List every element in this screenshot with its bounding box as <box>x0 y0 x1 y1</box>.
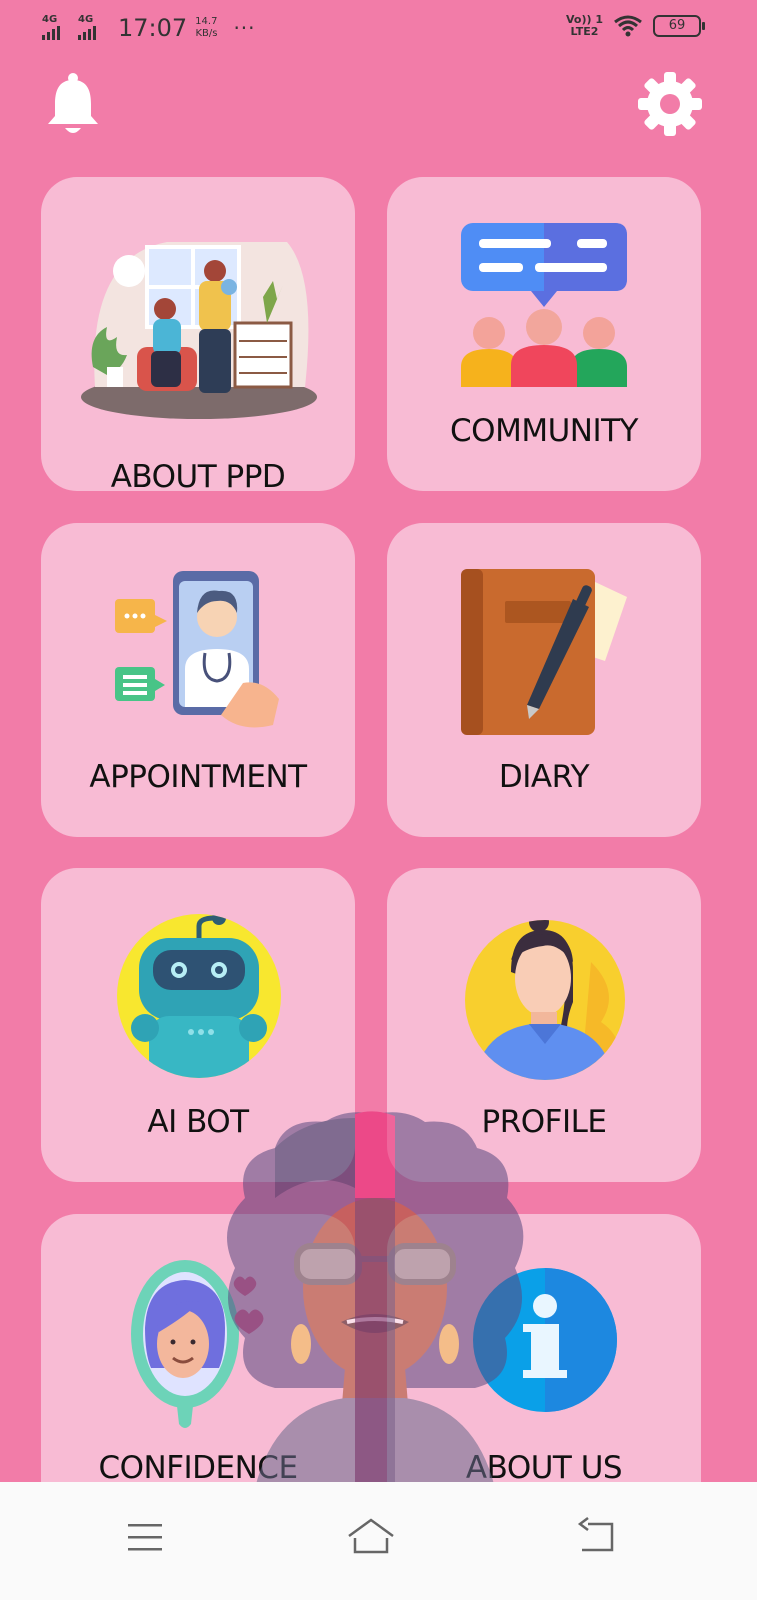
profile-icon <box>465 920 625 1080</box>
more-notifications-icon: ··· <box>233 16 256 40</box>
ppd-illustration-icon <box>81 242 317 419</box>
bell-icon[interactable] <box>46 72 100 138</box>
card-label: DIARY <box>498 759 590 795</box>
card-appointment[interactable]: APPOINTMENT <box>41 523 355 837</box>
network-speed: 14.7 KB/s <box>195 16 217 40</box>
menu-icon[interactable] <box>120 1512 170 1562</box>
clock: 17:07 <box>118 14 188 42</box>
gear-icon[interactable] <box>638 72 702 136</box>
robot-icon <box>117 914 281 1078</box>
community-icon <box>461 223 627 387</box>
back-icon[interactable] <box>572 1512 622 1562</box>
status-bar: 4G 4G 17:07 14.7 KB/s ··· Vo)) 1 LTE2 69 <box>0 0 757 60</box>
signal-1-icon: 4G <box>42 14 76 42</box>
card-label: COMMUNITY <box>450 413 638 449</box>
card-label: ABOUT PPD <box>110 459 286 495</box>
system-nav-bar <box>0 1482 757 1600</box>
woman-illustration-icon <box>227 1111 524 1488</box>
speed-unit: KB/s <box>195 28 218 39</box>
home-icon[interactable] <box>346 1512 396 1562</box>
network-type-2: 4G <box>78 14 94 25</box>
card-label: APPOINTMENT <box>89 759 307 795</box>
signal-2-icon: 4G <box>78 14 112 42</box>
volte-indicator: Vo)) 1 LTE2 <box>566 14 603 38</box>
network-type-1: 4G <box>42 14 58 25</box>
card-about-ppd[interactable]: ABOUT PPD <box>41 177 355 495</box>
battery-level: 69 <box>668 18 686 33</box>
card-diary[interactable]: DIARY <box>387 523 701 837</box>
speed-value: 14.7 <box>195 16 218 27</box>
doctor-phone-icon <box>115 571 279 728</box>
diary-icon <box>461 569 627 735</box>
volte-line2: LTE2 <box>570 25 599 38</box>
wifi-icon <box>614 15 642 37</box>
card-community[interactable]: COMMUNITY <box>387 177 701 491</box>
battery-icon: 69 <box>653 15 705 37</box>
